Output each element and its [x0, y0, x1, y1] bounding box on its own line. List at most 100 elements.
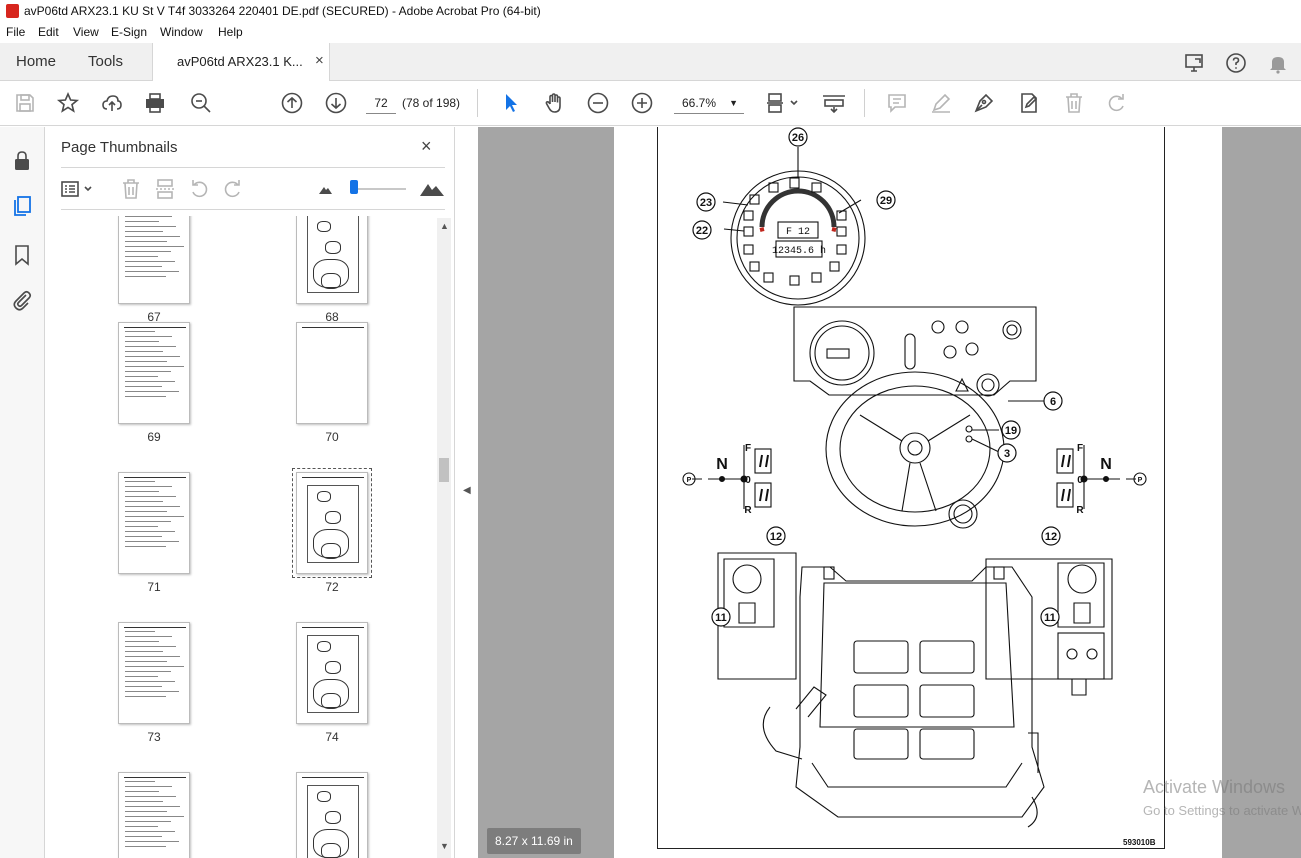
- menu-esign[interactable]: E-Sign: [111, 25, 147, 39]
- thumbnail-text-line: [125, 221, 159, 222]
- rotate-right-icon[interactable]: [221, 177, 245, 201]
- options-menu-icon[interactable]: [59, 177, 97, 201]
- page-thumbnail[interactable]: [296, 772, 368, 858]
- panel-title: Page Thumbnails: [61, 139, 178, 156]
- tab-home[interactable]: Home: [16, 53, 56, 70]
- page-thumbnail[interactable]: [118, 216, 190, 304]
- page-thumbnail[interactable]: [296, 216, 368, 304]
- panel-collapse-handle[interactable]: ◀: [455, 127, 478, 858]
- draw-sign-icon[interactable]: [972, 91, 996, 115]
- page-thumbnail[interactable]: [292, 468, 372, 578]
- activate-windows-subtitle: Go to Settings to activate Windows.: [1143, 803, 1301, 818]
- page-thumbnail[interactable]: [296, 322, 368, 424]
- callout-11-right: 11: [1044, 612, 1056, 624]
- thumbnail-size-slider-track[interactable]: [351, 188, 406, 190]
- thumbnail-text-line: [125, 226, 176, 227]
- thumbnail-text-line: [125, 786, 172, 787]
- delete-trash-icon[interactable]: [1062, 91, 1086, 115]
- page-thumbnails-icon[interactable]: [10, 194, 34, 218]
- close-tab-icon[interactable]: ×: [315, 52, 324, 69]
- thumbnail-page-number: 70: [325, 430, 339, 444]
- thumbnail-shape: [321, 843, 341, 858]
- edit-pdf-icon[interactable]: [1017, 91, 1041, 115]
- thumbnail-text-line: [125, 216, 172, 217]
- save-icon[interactable]: [13, 91, 37, 115]
- page-size-badge: 8.27 x 11.69 in: [487, 828, 581, 854]
- zoom-out-icon[interactable]: [586, 91, 610, 115]
- close-panel-icon[interactable]: ×: [421, 136, 432, 157]
- redo-icon[interactable]: [1105, 91, 1129, 115]
- rotate-left-icon[interactable]: [187, 177, 211, 201]
- select-cursor-icon[interactable]: [499, 91, 523, 115]
- print-icon[interactable]: [143, 91, 167, 115]
- previous-page-icon[interactable]: [280, 91, 304, 115]
- zoom-level-select[interactable]: 66.7% ▼: [674, 92, 744, 114]
- page-number-input[interactable]: 72: [366, 92, 396, 114]
- menu-window[interactable]: Window: [160, 25, 203, 39]
- thumbnail-text-line: [125, 506, 180, 507]
- page-thumbnail[interactable]: [118, 772, 190, 858]
- callout-12-right: 12: [1045, 531, 1057, 543]
- attachment-paperclip-icon[interactable]: [10, 288, 34, 312]
- page-count-label: (78 of 198): [402, 96, 461, 110]
- extract-page-icon[interactable]: [153, 177, 177, 201]
- gear-label-f-left: F: [745, 443, 751, 454]
- tab-document[interactable]: avP06td ARX23.1 K... ×: [152, 43, 330, 82]
- scroll-up-icon[interactable]: ▲: [440, 221, 449, 231]
- thumbnail-page-number: 69: [147, 430, 161, 444]
- page-thumbnail[interactable]: [118, 472, 190, 574]
- collapse-arrow-icon[interactable]: ◀: [463, 485, 471, 496]
- page-thumbnail[interactable]: [118, 622, 190, 724]
- help-icon[interactable]: [1224, 51, 1248, 75]
- page-layout-icon[interactable]: [765, 91, 801, 115]
- scroll-down-icon[interactable]: ▼: [440, 841, 449, 851]
- menu-file[interactable]: File: [6, 25, 25, 39]
- thumbnail-scrollbar[interactable]: ▲ ▼: [437, 218, 451, 858]
- page-thumbnail[interactable]: [118, 322, 190, 424]
- thumbnail-text-line: [125, 536, 162, 537]
- bookmark-icon[interactable]: [10, 243, 34, 267]
- notifications-bell-icon[interactable]: [1266, 51, 1290, 75]
- thumbnail-text-line: [125, 521, 171, 522]
- menu-view[interactable]: View: [73, 25, 99, 39]
- highlight-pen-icon[interactable]: [929, 91, 953, 115]
- menu-bar: File Edit View E-Sign Window Help: [0, 22, 1301, 43]
- thumbnail-text-line: [125, 251, 171, 252]
- thumbnail-text-line: [125, 651, 163, 652]
- delete-page-icon[interactable]: [119, 177, 143, 201]
- zoom-search-icon[interactable]: [189, 91, 213, 115]
- thumbnail-text-line: [125, 661, 167, 662]
- menu-edit[interactable]: Edit: [38, 25, 59, 39]
- large-thumbnail-mountain-icon[interactable]: [418, 177, 446, 201]
- bookmark-star-icon[interactable]: [56, 91, 80, 115]
- comment-icon[interactable]: [885, 91, 909, 115]
- menu-help[interactable]: Help: [218, 25, 243, 39]
- tab-tools[interactable]: Tools: [88, 53, 123, 70]
- upload-cloud-icon[interactable]: [100, 91, 124, 115]
- next-page-icon[interactable]: [324, 91, 348, 115]
- zoom-in-icon[interactable]: [630, 91, 654, 115]
- scrollbar-thumb[interactable]: [439, 458, 449, 482]
- thumbnail-size-slider-handle[interactable]: [350, 180, 358, 194]
- thumbnail-page-number: 74: [325, 730, 339, 744]
- thumbnail-text-line: [125, 516, 184, 517]
- small-thumbnail-mountain-icon[interactable]: [313, 177, 337, 201]
- document-viewer[interactable]: 26 23 29 22 6 19 3 12 12 11 11 N F 0 R P…: [478, 127, 1301, 858]
- gear-label-0-right: 0: [1077, 475, 1083, 486]
- page-thumbnail[interactable]: [296, 622, 368, 724]
- scroll-mode-icon[interactable]: [820, 91, 848, 115]
- thumbnail-text-line: [125, 376, 158, 377]
- thumbnail-text-line: [125, 791, 159, 792]
- thumbnail-text-line: [125, 481, 155, 482]
- thumbnail-text-line: [125, 666, 184, 667]
- thumbnail-text-line: [125, 656, 180, 657]
- thumbnail-header-rule: [302, 327, 364, 328]
- thumbnail-text-line: [125, 681, 175, 682]
- share-screen-icon[interactable]: [1183, 51, 1207, 75]
- divider: [61, 209, 445, 210]
- thumbnail-header-rule: [124, 777, 186, 778]
- thumbnail-text-line: [125, 816, 184, 817]
- hand-tool-icon[interactable]: [542, 91, 566, 115]
- left-navigation-rail: [0, 127, 45, 858]
- lock-icon[interactable]: [10, 149, 34, 173]
